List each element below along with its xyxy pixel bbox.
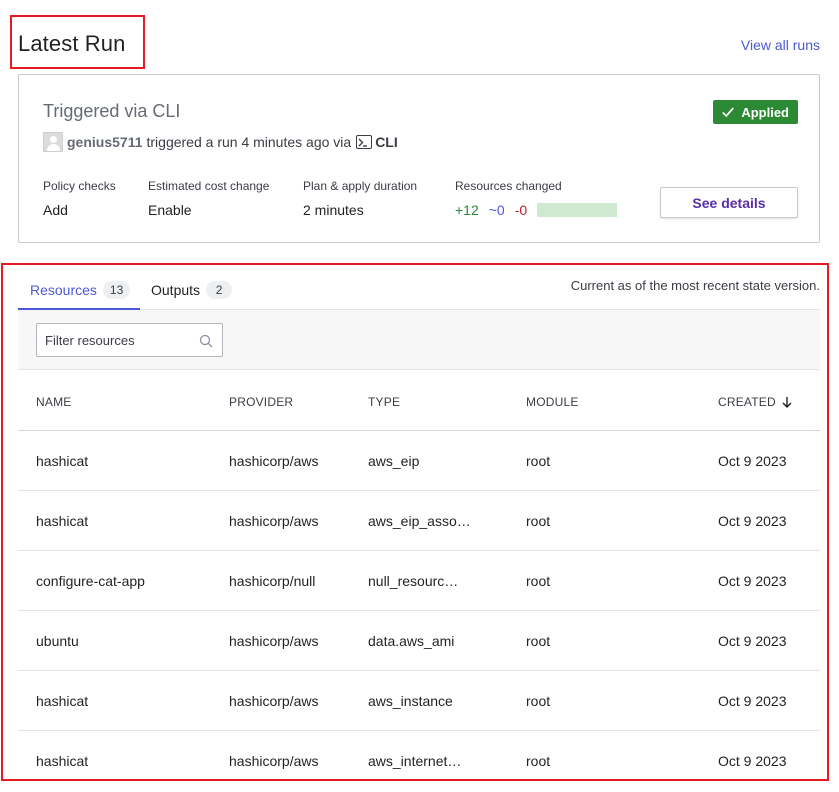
state-note: Current as of the most recent state vers… xyxy=(570,278,820,293)
policy-checks-value: Add xyxy=(43,202,68,218)
row-created: Oct 9 2023 xyxy=(718,633,787,649)
change-summary: +12 ~0 -0 xyxy=(455,202,618,218)
tab-bar: Resources 13 Outputs 2 Current as of the… xyxy=(18,268,820,311)
row-name: hashicat xyxy=(36,753,89,769)
duration-label: Plan & apply duration xyxy=(303,179,418,193)
trigger-line: genius5711 triggered a run 4 minutes ago… xyxy=(43,132,398,152)
policy-checks-label: Policy checks xyxy=(43,179,116,193)
policy-checks-stat: Policy checks Add xyxy=(43,179,116,218)
row-module: root xyxy=(526,453,551,469)
tab-outputs[interactable]: Outputs 2 xyxy=(151,281,233,310)
search-icon xyxy=(199,334,213,348)
row-provider: hashicorp/null xyxy=(229,573,316,589)
see-details-button[interactable]: See details xyxy=(660,187,798,218)
column-header-provider[interactable]: PROVIDER xyxy=(229,395,293,409)
table-row[interactable]: hashicat hashicorp/aws aws_eip_asso… roo… xyxy=(18,491,820,551)
duration-value: 2 minutes xyxy=(303,202,364,218)
column-header-name[interactable]: NAME xyxy=(36,395,71,409)
row-name: configure-cat-app xyxy=(36,573,145,589)
row-provider: hashicorp/aws xyxy=(229,633,319,649)
trigger-text: triggered a run 4 minutes ago via xyxy=(146,134,352,150)
row-type: data.aws_ami xyxy=(368,633,455,649)
table-row[interactable]: ubuntu hashicorp/aws data.aws_ami root O… xyxy=(18,611,820,671)
row-name: hashicat xyxy=(36,693,89,709)
table-header: NAME PROVIDER TYPE MODULE CREATED xyxy=(18,370,820,431)
change-bar xyxy=(537,203,618,217)
page-title: Latest Run xyxy=(18,31,126,56)
row-type: aws_internet… xyxy=(368,753,462,769)
filter-resources-input[interactable] xyxy=(36,323,223,357)
column-header-created-label: CREATED xyxy=(718,395,776,409)
run-title: Triggered via CLI xyxy=(43,101,181,121)
row-created: Oct 9 2023 xyxy=(718,693,787,709)
row-name: hashicat xyxy=(36,513,89,529)
row-module: root xyxy=(526,693,551,709)
row-name: ubuntu xyxy=(36,633,79,649)
resources-changed-stat: Resources changed +12 ~0 -0 xyxy=(455,179,618,218)
table-row[interactable]: hashicat hashicorp/aws aws_internet… roo… xyxy=(18,731,820,790)
row-module: root xyxy=(526,513,551,529)
duration-stat: Plan & apply duration 2 minutes xyxy=(303,179,417,218)
row-provider: hashicorp/aws xyxy=(229,693,319,709)
table-row[interactable]: configure-cat-app hashicorp/null null_re… xyxy=(18,551,820,611)
status-badge: Applied xyxy=(713,100,798,124)
tab-resources-count: 13 xyxy=(102,281,131,299)
row-type: aws_eip xyxy=(368,453,420,469)
added-count: +12 xyxy=(455,202,479,218)
filter-bar xyxy=(18,310,820,370)
username[interactable]: genius5711 xyxy=(67,134,143,150)
trigger-source: CLI xyxy=(375,134,398,150)
row-provider: hashicorp/aws xyxy=(229,753,319,769)
table-row[interactable]: hashicat hashicorp/aws aws_eip root Oct … xyxy=(18,431,820,491)
row-created: Oct 9 2023 xyxy=(718,753,787,769)
latest-run-card: Triggered via CLI Applied genius5711 tri… xyxy=(18,74,820,243)
row-created: Oct 9 2023 xyxy=(718,573,787,589)
row-type: null_resourc… xyxy=(368,573,459,589)
cost-change-label: Estimated cost change xyxy=(148,179,270,193)
tab-outputs-count: 2 xyxy=(206,281,233,299)
table-row[interactable]: hashicat hashicorp/aws aws_instance root… xyxy=(18,671,820,731)
row-module: root xyxy=(526,633,551,649)
column-header-type[interactable]: TYPE xyxy=(368,395,400,409)
row-module: root xyxy=(526,573,551,589)
row-created: Oct 9 2023 xyxy=(718,453,787,469)
view-all-runs-link[interactable]: View all runs xyxy=(741,37,820,53)
cost-change-stat: Estimated cost change Enable xyxy=(148,179,269,218)
changed-count: ~0 xyxy=(488,202,505,218)
row-name: hashicat xyxy=(36,453,89,469)
row-created: Oct 9 2023 xyxy=(718,513,787,529)
row-type: aws_instance xyxy=(368,693,453,709)
destroyed-count: -0 xyxy=(514,202,528,218)
tab-resources[interactable]: Resources 13 xyxy=(18,281,140,311)
tab-resources-label: Resources xyxy=(30,282,97,298)
check-icon xyxy=(722,107,735,118)
row-provider: hashicorp/aws xyxy=(229,513,319,529)
column-header-module[interactable]: MODULE xyxy=(526,395,579,409)
row-provider: hashicorp/aws xyxy=(229,453,319,469)
arrow-down-icon xyxy=(782,397,792,408)
column-header-created[interactable]: CREATED xyxy=(718,395,792,409)
avatar xyxy=(43,132,63,152)
row-type: aws_eip_asso… xyxy=(368,513,471,529)
resources-changed-label: Resources changed xyxy=(455,179,562,193)
terminal-icon xyxy=(356,135,373,149)
resources-panel: Resources 13 Outputs 2 Current as of the… xyxy=(18,268,820,790)
tab-outputs-label: Outputs xyxy=(151,282,201,298)
row-module: root xyxy=(526,753,551,769)
cost-change-value: Enable xyxy=(148,202,192,218)
status-label: Applied xyxy=(741,104,789,120)
